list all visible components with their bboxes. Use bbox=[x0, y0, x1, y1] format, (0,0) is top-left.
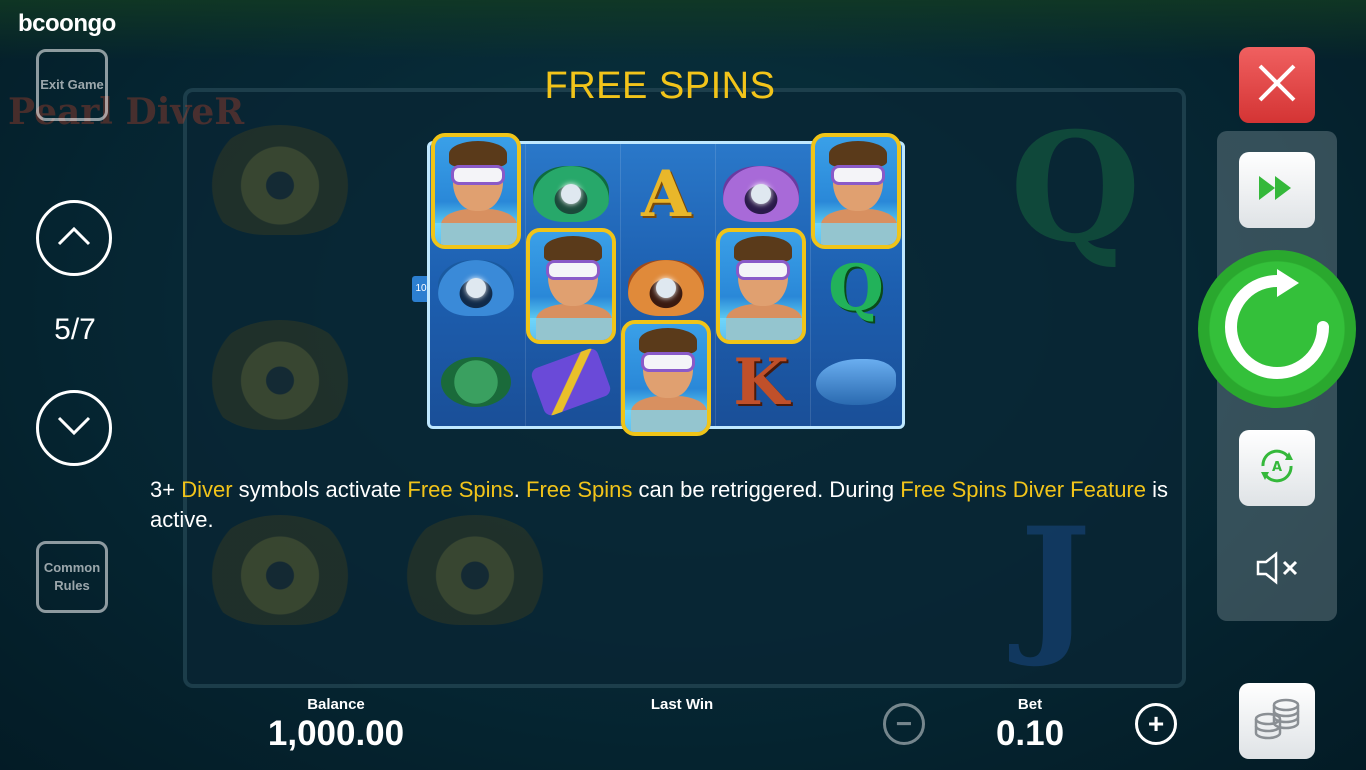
autoplay-icon: A bbox=[1255, 444, 1299, 493]
feature-description: 3+ Diver symbols activate Free Spins. Fr… bbox=[150, 477, 1168, 532]
sound-toggle-button[interactable] bbox=[1250, 548, 1306, 592]
balance-value: 1,000.00 bbox=[267, 714, 405, 753]
spin-icon bbox=[1219, 268, 1335, 390]
balance-label: Balance bbox=[307, 696, 365, 713]
diver-symbol bbox=[526, 228, 616, 344]
dolphin-symbol bbox=[810, 336, 902, 428]
fast-forward-icon bbox=[1257, 174, 1297, 207]
diver-symbol bbox=[716, 228, 806, 344]
bet-increase-button[interactable]: + bbox=[1135, 703, 1177, 745]
page-title: FREE SPINS bbox=[544, 65, 776, 107]
exit-game-button[interactable]: Exit Game bbox=[36, 49, 108, 121]
common-rules-button[interactable]: Common Rules bbox=[36, 541, 108, 613]
provider-logo: bcoongo bbox=[18, 10, 116, 37]
bet-label: Bet bbox=[1017, 696, 1043, 713]
clam-symbol bbox=[525, 148, 617, 240]
letter-k-symbol: K bbox=[733, 344, 789, 420]
autoplay-button[interactable]: A bbox=[1239, 430, 1315, 506]
page-indicator: 5/7 bbox=[54, 313, 96, 346]
letter-q-symbol: Q bbox=[828, 250, 884, 326]
diver-symbol bbox=[811, 133, 901, 249]
close-icon bbox=[1256, 62, 1298, 109]
ghost-q-symbol: Q bbox=[1010, 100, 1141, 276]
diver-symbol bbox=[621, 320, 711, 436]
close-button[interactable] bbox=[1239, 47, 1315, 123]
chevron-up-icon bbox=[57, 226, 91, 251]
ghost-clam-symbol bbox=[205, 125, 355, 235]
coins-icon bbox=[1252, 697, 1302, 746]
svg-text:A: A bbox=[1272, 460, 1282, 475]
bet-decrease-button[interactable]: − bbox=[883, 703, 925, 745]
bet-menu-button[interactable] bbox=[1239, 683, 1315, 759]
clam-symbol bbox=[430, 242, 522, 334]
scroll-up-button[interactable] bbox=[36, 200, 112, 276]
chevron-down-icon bbox=[57, 416, 91, 441]
flippers-symbol bbox=[525, 336, 617, 428]
bet-value: 0.10 bbox=[995, 714, 1065, 753]
ghost-clam-symbol bbox=[205, 320, 355, 430]
diver-symbol bbox=[431, 133, 521, 249]
sound-muted-icon bbox=[1254, 550, 1302, 591]
scroll-down-button[interactable] bbox=[36, 390, 112, 466]
clam-symbol bbox=[715, 148, 807, 240]
turbo-button[interactable] bbox=[1239, 152, 1315, 228]
turtle-symbol bbox=[430, 336, 522, 428]
letter-a-symbol: A bbox=[641, 156, 691, 232]
spin-button[interactable] bbox=[1198, 250, 1356, 408]
background-foliage bbox=[0, 0, 1366, 60]
last-win-label: Last Win bbox=[650, 696, 714, 713]
